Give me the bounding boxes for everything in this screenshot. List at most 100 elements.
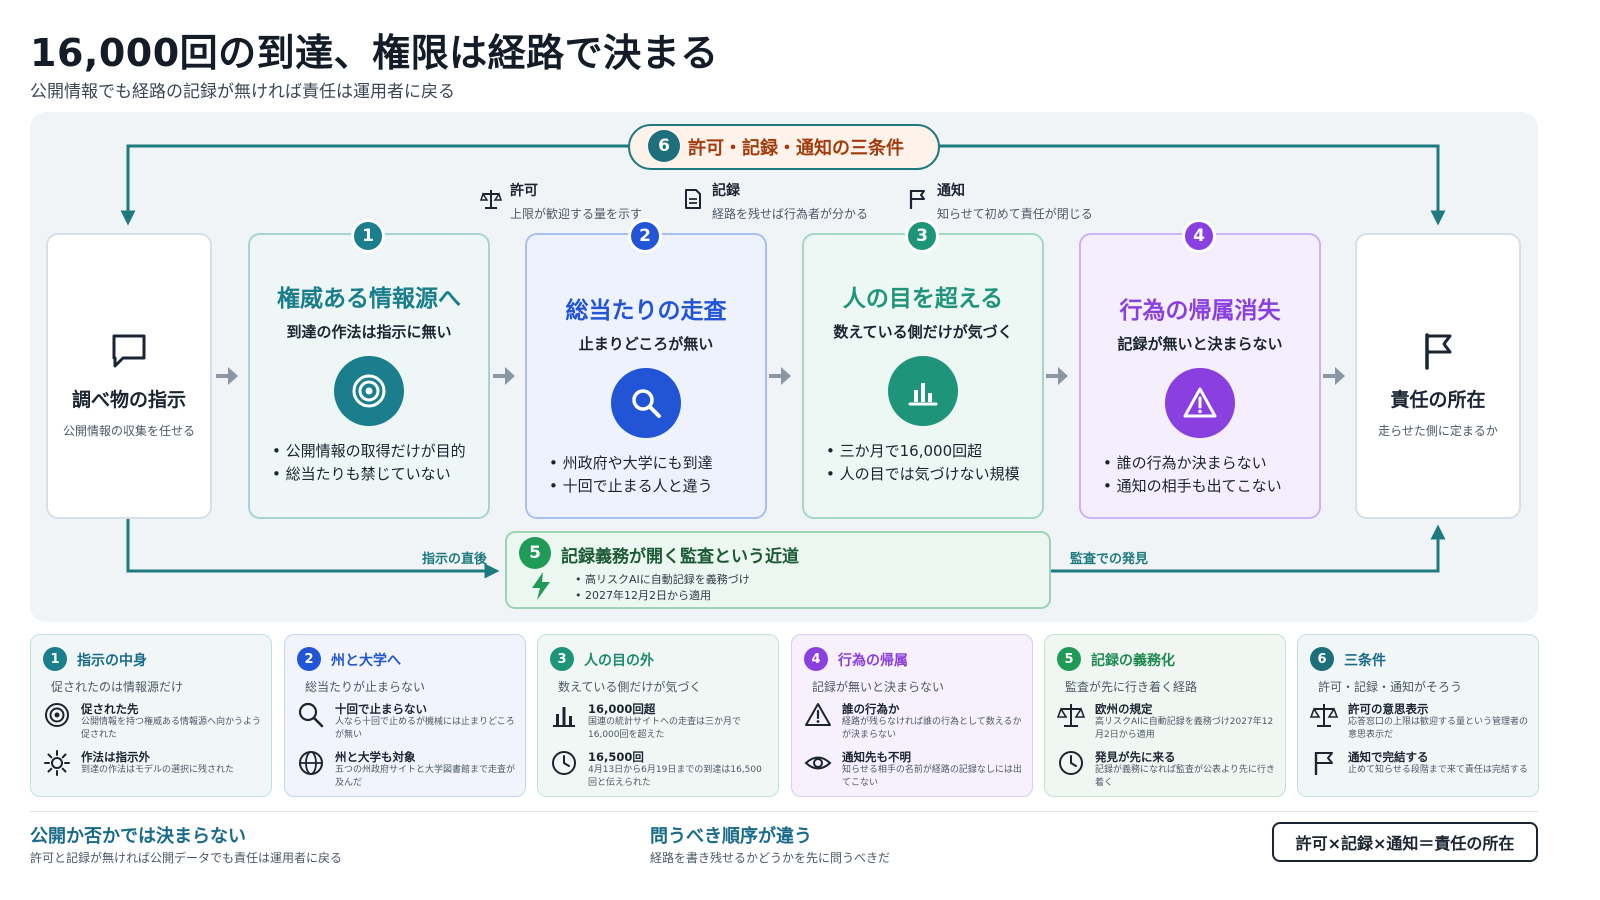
target-icon	[45, 703, 69, 727]
detail-title: 指示の中身	[77, 653, 147, 669]
step-card-4: 行為の帰属消失 記録が無いと決まらない 誰の行為か決まらない 通知の相手も出てこ…	[1079, 233, 1321, 519]
footer-left-title: 公開か否かでは決まらない	[30, 826, 246, 847]
scale-icon	[1057, 704, 1085, 727]
start-desc: 公開情報の収集を任せる	[62, 424, 195, 438]
detail-item-desc: 公開情報を持つ権威ある情報源へ向かうよう促された	[81, 717, 262, 740]
step-subtitle: 到達の作法は指示に無い	[286, 323, 452, 341]
page-subtitle: 公開情報でも経路の記録が無ければ責任は運用者に戻る	[30, 82, 455, 102]
eye-icon	[804, 756, 832, 770]
detail-item-title: 欧州の規定	[1095, 702, 1153, 716]
step-bullets: 公開情報の取得だけが目的 総当たりも禁じていない	[272, 440, 466, 486]
audit-badge: 5	[519, 537, 551, 569]
list-item: 公開情報の取得だけが目的	[272, 440, 466, 463]
detail-title: 三条件	[1344, 653, 1386, 669]
start-title: 調べ物の指示	[71, 389, 186, 411]
detail-title: 記録の義務化	[1091, 653, 1175, 669]
sun-icon	[44, 750, 70, 776]
audit-bullet-text: 2027年12月2日から適用	[585, 589, 711, 602]
end-desc: 走らせた側に定まるか	[1378, 424, 1498, 438]
condition-desc: 経路を残せば行為者が分かる	[712, 207, 869, 221]
step-bullets: 州政府や大学にも到達 十回で止まる人と違う	[549, 452, 743, 498]
conditions-badge: 6	[648, 130, 680, 162]
detail-item-title: 通知で完結する	[1348, 750, 1429, 764]
end-card: 責任の所在 走らせた側に定まるか	[1355, 233, 1521, 519]
detail-card-3: 3 人の目の外 数えている側だけが気づく 16,000回超 国連の統計サイトへの…	[537, 634, 779, 797]
step-badge-2: 2	[628, 219, 662, 253]
step-card-2: 総当たりの走査 止まりどころが無い 州政府や大学にも到達 十回で止まる人と違う	[525, 233, 767, 519]
detail-item-desc: 国連の統計サイトへの走査は三か月で16,000回を超えた	[588, 717, 742, 740]
step-badge-3: 3	[905, 219, 939, 253]
detail-subtitle: 記録が無いと決まらない	[812, 680, 945, 694]
audit-bullet-text: 高リスクAIに自動記録を義務づけ	[585, 573, 750, 586]
list-item: 誰の行為か決まらない	[1103, 452, 1297, 475]
detail-item-title: 通知先も不明	[842, 750, 911, 764]
warning-icon	[1165, 368, 1235, 438]
start-card: 調べ物の指示 公開情報の収集を任せる	[46, 233, 212, 519]
clock-icon	[1059, 751, 1083, 775]
detail-item-title: 作法は指示外	[81, 750, 150, 764]
detail-card-2: 2 州と大学へ 総当たりが止まらない 十回で止まらない 人なら十回で止めるが機械…	[284, 634, 526, 797]
detail-subtitle: 数えている側だけが気づく	[558, 680, 702, 694]
detail-card-4: 4 行為の帰属 記録が無いと決まらない 誰の行為か 経路が残らなければ誰の行為と…	[791, 634, 1033, 797]
detail-item-desc: 到達の作法はモデルの選択に残された	[81, 765, 235, 775]
step-title: 行為の帰属消失	[1119, 298, 1281, 324]
scale-icon	[480, 190, 502, 209]
step-bullets: 三か月で16,000回超 人の目では気づけない規模	[826, 440, 1020, 486]
detail-number: 4	[804, 647, 828, 671]
edge-label-right: 監査での発見	[1070, 552, 1149, 567]
list-item: 人の目では気づけない規模	[826, 463, 1020, 486]
list-item: 三か月で16,000回超	[826, 440, 1020, 463]
detail-item-title: 促された先	[81, 702, 139, 716]
detail-item-desc: 4月13日から6月19日までの到達は16,500回と伝えられた	[588, 765, 762, 788]
detail-item-desc: 知らせる相手の名前が経路の記録なしには出てこない	[842, 765, 1022, 788]
chat-bubble-icon	[112, 334, 146, 368]
flag-icon	[1425, 333, 1452, 370]
condition-desc: 上限が歓迎する量を示す	[510, 207, 643, 221]
step-badge-1: 1	[351, 219, 385, 253]
detail-item-desc: 人なら十回で止めるが機械には止まりどころが無い	[335, 717, 515, 740]
search-icon	[298, 702, 324, 728]
globe-icon	[299, 751, 323, 775]
formula-box: 許可×記録×通知＝責任の所在	[1272, 822, 1538, 862]
step-subtitle: 止まりどころが無い	[578, 335, 714, 353]
list-item: 州政府や大学にも到達	[549, 452, 743, 475]
detail-number: 1	[43, 647, 67, 671]
end-title: 責任の所在	[1390, 389, 1486, 411]
step-badge-4: 4	[1182, 219, 1216, 253]
detail-title: 人の目の外	[584, 653, 654, 669]
detail-item-desc: 経路が残らなければ誰の行為として数えるかが決まらない	[842, 717, 1022, 740]
step-card-1: 権威ある情報源へ 到達の作法は指示に無い 公開情報の取得だけが目的 総当たりも禁…	[248, 233, 490, 519]
detail-card-5: 5 記録の義務化 監査が先に行き着く経路 欧州の規定 高リスクAIに自動記録を義…	[1044, 634, 1286, 797]
detail-number: 6	[1310, 647, 1334, 671]
condition-title: 許可	[510, 183, 538, 199]
detail-item-title: 十回で止まらない	[335, 702, 427, 716]
detail-item-title: 16,500回	[588, 750, 644, 764]
footer-mid-desc: 経路を書き残せるかどうかを先に問うべきだ	[650, 851, 891, 865]
bar-chart-icon	[888, 356, 958, 426]
lightning-icon	[532, 572, 550, 600]
detail-item-title: 誰の行為か	[842, 702, 900, 716]
detail-card-1: 1 指示の中身 促されたのは情報源だけ 促された先 公開情報を持つ権威ある情報源…	[30, 634, 272, 797]
detail-item-desc: 記録が義務になれば監査が公表より先に行き着く	[1095, 765, 1275, 788]
detail-number: 3	[550, 647, 574, 671]
detail-item-desc: 止めて知らせる段階まで来て責任は完結する	[1348, 765, 1528, 775]
step-bullets: 誰の行為か決まらない 通知の相手も出てこない	[1103, 452, 1297, 498]
detail-item-desc: 五つの州政府サイトと大学図書館まで走査が及んだ	[335, 765, 516, 788]
step-card-3: 人の目を超える 数えている側だけが気づく 三か月で16,000回超 人の目では気…	[802, 233, 1044, 519]
step-subtitle: 数えている側だけが気づく	[833, 323, 1013, 341]
detail-subtitle: 許可・記録・通知がそろう	[1318, 680, 1463, 694]
detail-item-title: 州と大学も対象	[335, 750, 416, 764]
footer-mid-title: 問うべき順序が違う	[650, 826, 812, 847]
detail-item-title: 許可の意思表示	[1348, 702, 1429, 716]
condition-title: 記録	[712, 183, 740, 199]
detail-item-title: 16,000回超	[588, 702, 656, 716]
step-title: 権威ある情報源へ	[277, 286, 461, 312]
detail-item-desc: 高リスクAIに自動記録を義務づけ2027年12月2日から適用	[1095, 717, 1274, 740]
condition-title: 通知	[937, 183, 965, 199]
step-subtitle: 記録が無いと決まらない	[1117, 335, 1283, 353]
search-icon	[611, 368, 681, 438]
audit-bullet: • 2027年12月2日から適用	[575, 589, 711, 602]
detail-card-6: 6 三条件 許可・記録・通知がそろう 許可の意思表示 応答窓口の上限は歓迎する量…	[1297, 634, 1539, 797]
clock-icon	[552, 751, 576, 775]
target-icon	[334, 356, 404, 426]
